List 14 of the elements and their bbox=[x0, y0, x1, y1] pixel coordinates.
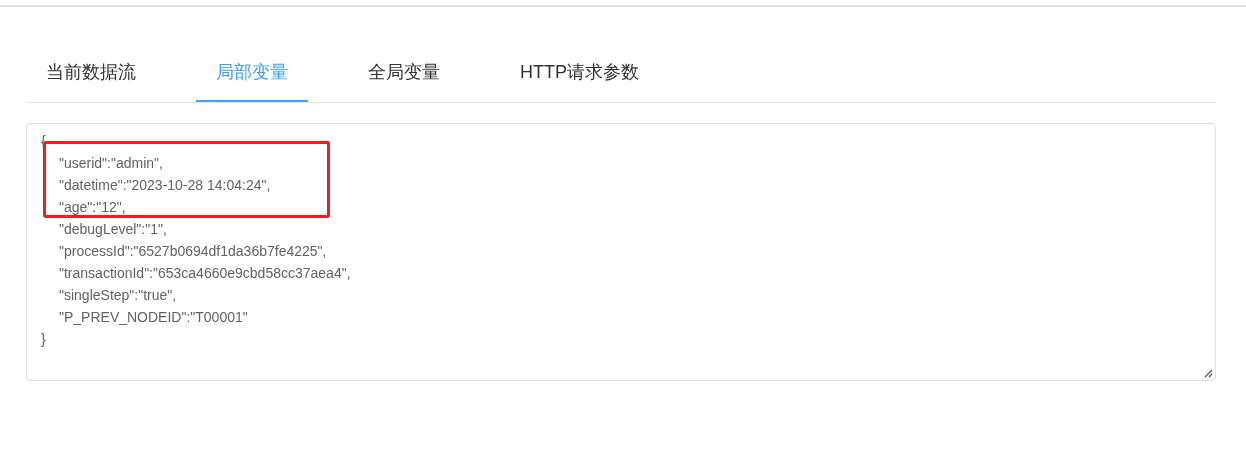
resize-grip-icon bbox=[1204, 369, 1213, 378]
code-line: "processId":"6527b0694df1da36b7fe4225", bbox=[59, 242, 327, 261]
tab[interactable]: HTTP请求参数 bbox=[500, 49, 659, 100]
code-textarea[interactable] bbox=[26, 123, 1216, 381]
code-line: } bbox=[41, 330, 46, 349]
tab[interactable]: 全局变量 bbox=[348, 49, 460, 100]
code-line: "singleStep":"true", bbox=[59, 286, 177, 305]
code-line: "datetime":"2023-10-28 14:04:24", bbox=[59, 176, 271, 195]
code-line: "P_PREV_NODEID":"T00001" bbox=[59, 308, 248, 327]
code-line: "debugLevel":"1", bbox=[59, 220, 167, 239]
code-line: "age":"12", bbox=[59, 198, 126, 217]
code-line: "userid":"admin", bbox=[59, 154, 163, 173]
tab[interactable]: 当前数据流 bbox=[26, 49, 156, 100]
code-line: "transactionId":"653ca4660e9cbd58cc37aea4", bbox=[59, 264, 351, 283]
